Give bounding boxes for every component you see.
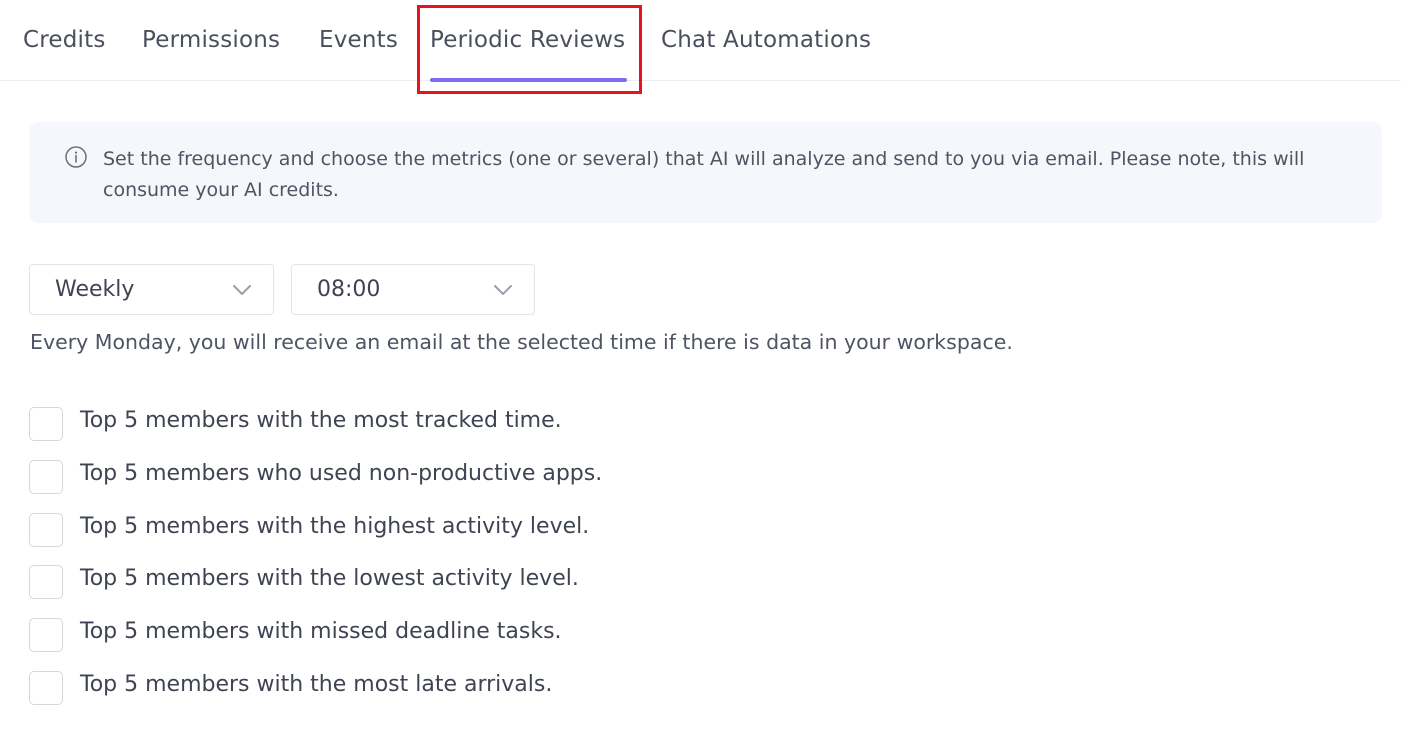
metric-checkbox[interactable] [29, 618, 63, 652]
metric-option: Top 5 members with the lowest activity l… [29, 565, 829, 599]
frequency-select[interactable]: Weekly [29, 264, 274, 315]
metric-label: Top 5 members who used non-productive ap… [80, 461, 603, 486]
info-circle-icon [65, 146, 87, 168]
metric-option: Top 5 members with missed deadline tasks… [29, 618, 829, 652]
metric-option: Top 5 members with the most tracked time… [29, 407, 829, 441]
metric-label: Top 5 members with the most tracked time… [80, 408, 562, 433]
info-text: Set the frequency and choose the metrics… [103, 148, 1305, 201]
tab-events[interactable]: Events [319, 27, 398, 53]
schedule-description: Every Monday, you will receive an email … [30, 330, 1013, 354]
metric-checkbox[interactable] [29, 565, 63, 599]
metric-option: Top 5 members who used non-productive ap… [29, 460, 829, 494]
metric-label: Top 5 members with the highest activity … [80, 514, 590, 539]
time-select[interactable]: 08:00 [291, 264, 535, 315]
tab-credits[interactable]: Credits [23, 27, 106, 53]
chevron-down-icon [233, 285, 251, 295]
metric-checkbox[interactable] [29, 407, 63, 441]
metric-option: Top 5 members with the most late arrival… [29, 671, 829, 705]
time-value: 08:00 [317, 277, 381, 302]
metric-label: Top 5 members with missed deadline tasks… [80, 619, 562, 644]
metric-checkbox[interactable] [29, 671, 63, 705]
info-banner: Set the frequency and choose the metrics… [29, 122, 1382, 223]
metric-checkbox[interactable] [29, 513, 63, 547]
tab-chat-automations[interactable]: Chat Automations [661, 27, 871, 53]
metric-label: Top 5 members with the lowest activity l… [80, 566, 579, 591]
highlight-annotation-box [417, 5, 642, 94]
tab-permissions[interactable]: Permissions [142, 27, 280, 53]
frequency-value: Weekly [55, 277, 135, 302]
metric-checkbox[interactable] [29, 460, 63, 494]
metric-option: Top 5 members with the highest activity … [29, 513, 829, 547]
tab-bar: Credits Permissions Events Periodic Revi… [0, 0, 1401, 82]
chevron-down-icon [494, 285, 512, 295]
metric-label: Top 5 members with the most late arrival… [80, 672, 553, 697]
